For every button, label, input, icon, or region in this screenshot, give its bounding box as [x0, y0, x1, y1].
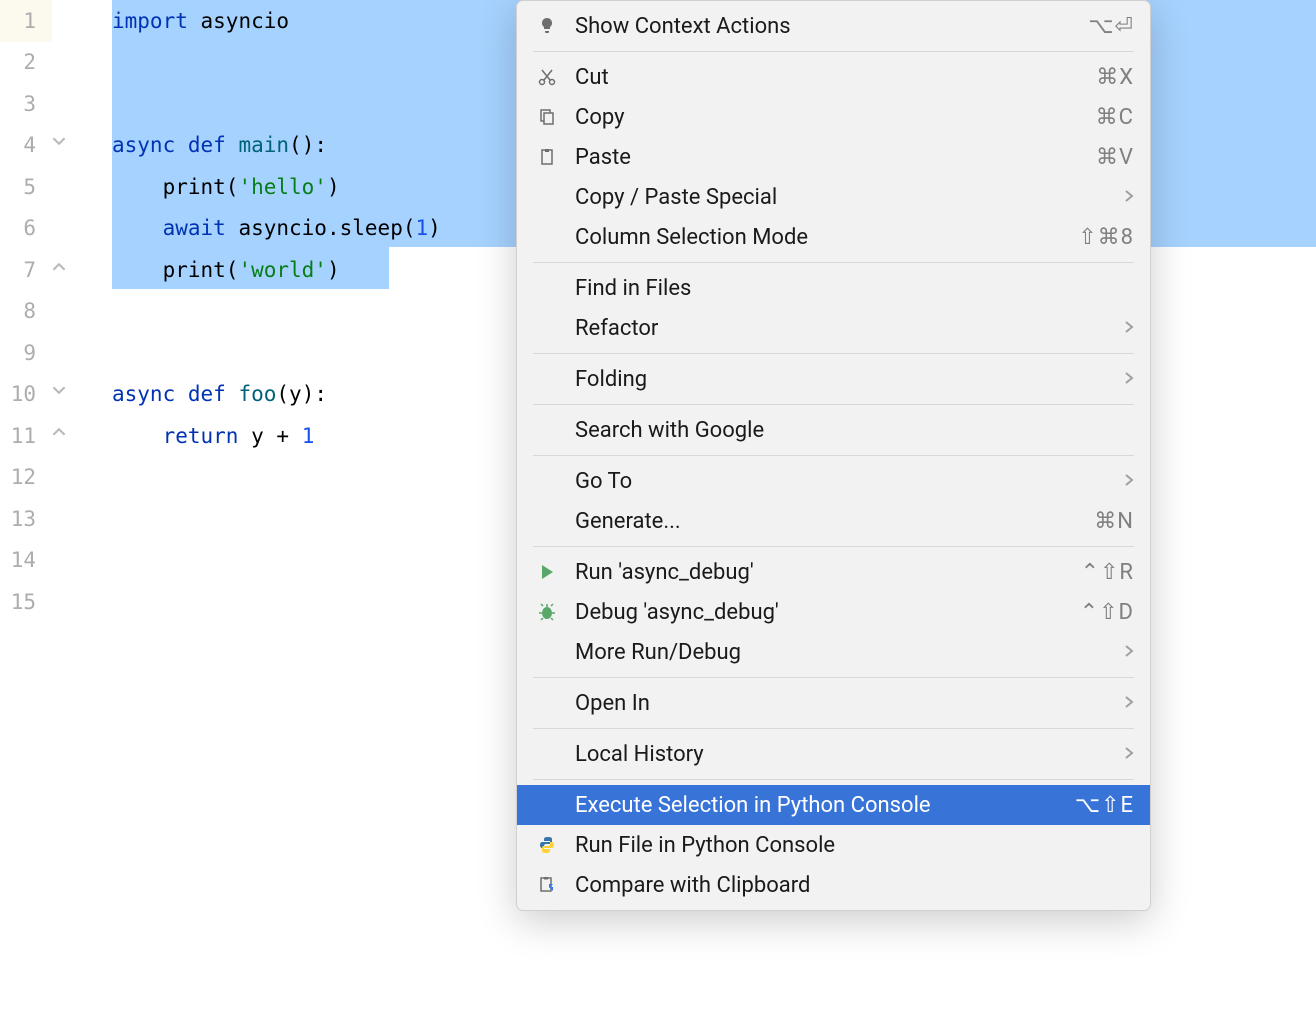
cut-icon: [533, 65, 561, 89]
bulb-icon: [533, 14, 561, 38]
menu-shortcut: ⌥⇧E: [1075, 793, 1134, 818]
line-number-gutter: 1 2 3 4 5 6 7 8 9 10 11 12 13 14 15: [0, 0, 52, 1012]
submenu-arrow-icon: [1124, 188, 1134, 207]
menu-item-label: Open In: [575, 691, 1116, 716]
line-number: 15: [0, 581, 52, 623]
fold-collapse-icon[interactable]: [52, 134, 66, 148]
line-number: 6: [0, 208, 52, 250]
menu-item-run-async-debug[interactable]: Run 'async_debug'⌃⇧R: [517, 552, 1150, 592]
menu-item-label: Compare with Clipboard: [575, 873, 1134, 898]
menu-item-label: Refactor: [575, 316, 1116, 341]
menu-item-label: Run 'async_debug': [575, 560, 1081, 585]
context-menu: Show Context Actions⌥⏎Cut⌘XCopy⌘CPaste⌘V…: [516, 0, 1151, 911]
submenu-arrow-icon: [1124, 370, 1134, 389]
debug-icon: [533, 600, 561, 624]
line-number: 1: [0, 0, 52, 42]
submenu-arrow-icon: [1124, 643, 1134, 662]
menu-item-column-selection-mode[interactable]: Column Selection Mode⇧⌘8: [517, 217, 1150, 257]
menu-item-label: Generate...: [575, 509, 1094, 534]
menu-separator: [533, 779, 1134, 780]
python-icon: [533, 833, 561, 857]
line-number: 4: [0, 125, 52, 167]
menu-shortcut: ⌘C: [1096, 105, 1134, 130]
copy-icon: [533, 105, 561, 129]
menu-item-run-file-in-python-console[interactable]: Run File in Python Console: [517, 825, 1150, 865]
line-number: 8: [0, 291, 52, 333]
line-number: 3: [0, 83, 52, 125]
submenu-arrow-icon: [1124, 319, 1134, 338]
line-number: 5: [0, 166, 52, 208]
menu-item-refactor[interactable]: Refactor: [517, 308, 1150, 348]
menu-item-debug-async-debug[interactable]: Debug 'async_debug'⌃⇧D: [517, 592, 1150, 632]
menu-separator: [533, 677, 1134, 678]
line-number: 7: [0, 249, 52, 291]
menu-separator: [533, 262, 1134, 263]
menu-item-copy[interactable]: Copy⌘C: [517, 97, 1150, 137]
menu-item-label: Paste: [575, 145, 1096, 170]
menu-separator: [533, 728, 1134, 729]
menu-item-label: Show Context Actions: [575, 14, 1088, 39]
menu-item-folding[interactable]: Folding: [517, 359, 1150, 399]
menu-item-find-in-files[interactable]: Find in Files: [517, 268, 1150, 308]
menu-item-paste[interactable]: Paste⌘V: [517, 137, 1150, 177]
menu-item-label: Debug 'async_debug': [575, 600, 1080, 625]
menu-separator: [533, 546, 1134, 547]
menu-item-label: Run File in Python Console: [575, 833, 1134, 858]
menu-item-execute-selection-in-python-console[interactable]: Execute Selection in Python Console⌥⇧E: [517, 785, 1150, 825]
menu-item-label: Go To: [575, 469, 1116, 494]
menu-shortcut: ⌃⇧R: [1081, 560, 1134, 585]
line-number: 9: [0, 332, 52, 374]
menu-item-cut[interactable]: Cut⌘X: [517, 57, 1150, 97]
line-number: 2: [0, 42, 52, 84]
menu-item-label: Execute Selection in Python Console: [575, 793, 1075, 818]
menu-shortcut: ⌥⏎: [1088, 14, 1134, 39]
menu-shortcut: ⌃⇧D: [1080, 600, 1134, 625]
menu-item-search-with-google[interactable]: Search with Google: [517, 410, 1150, 450]
line-number: 13: [0, 498, 52, 540]
menu-separator: [533, 353, 1134, 354]
menu-shortcut: ⌘N: [1094, 509, 1134, 534]
menu-item-local-history[interactable]: Local History: [517, 734, 1150, 774]
menu-item-label: More Run/Debug: [575, 640, 1116, 665]
menu-shortcut: ⌘X: [1096, 65, 1134, 90]
menu-separator: [533, 404, 1134, 405]
paste-icon: [533, 145, 561, 169]
fold-expand-icon[interactable]: [52, 425, 66, 439]
menu-item-label: Folding: [575, 367, 1116, 392]
submenu-arrow-icon: [1124, 694, 1134, 713]
menu-item-label: Column Selection Mode: [575, 225, 1078, 250]
menu-item-show-context-actions[interactable]: Show Context Actions⌥⏎: [517, 6, 1150, 46]
menu-item-label: Find in Files: [575, 276, 1134, 301]
menu-item-label: Local History: [575, 742, 1116, 767]
menu-item-label: Search with Google: [575, 418, 1134, 443]
menu-item-open-in[interactable]: Open In: [517, 683, 1150, 723]
compare-icon: [533, 873, 561, 897]
menu-item-compare-with-clipboard[interactable]: Compare with Clipboard: [517, 865, 1150, 905]
line-number: 14: [0, 540, 52, 582]
menu-item-label: Copy / Paste Special: [575, 185, 1116, 210]
menu-item-generate[interactable]: Generate...⌘N: [517, 501, 1150, 541]
menu-item-label: Copy: [575, 105, 1096, 130]
menu-item-more-run-debug[interactable]: More Run/Debug: [517, 632, 1150, 672]
menu-shortcut: ⇧⌘8: [1078, 225, 1134, 250]
fold-expand-icon[interactable]: [52, 260, 66, 274]
fold-gutter: [52, 0, 112, 1012]
menu-separator: [533, 455, 1134, 456]
line-number: 10: [0, 374, 52, 416]
line-number: 12: [0, 457, 52, 499]
menu-shortcut: ⌘V: [1096, 145, 1134, 170]
submenu-arrow-icon: [1124, 472, 1134, 491]
line-number: 11: [0, 415, 52, 457]
menu-item-label: Cut: [575, 65, 1096, 90]
fold-collapse-icon[interactable]: [52, 383, 66, 397]
run-icon: [533, 560, 561, 584]
menu-item-go-to[interactable]: Go To: [517, 461, 1150, 501]
submenu-arrow-icon: [1124, 745, 1134, 764]
menu-item-copy-paste-special[interactable]: Copy / Paste Special: [517, 177, 1150, 217]
menu-separator: [533, 51, 1134, 52]
